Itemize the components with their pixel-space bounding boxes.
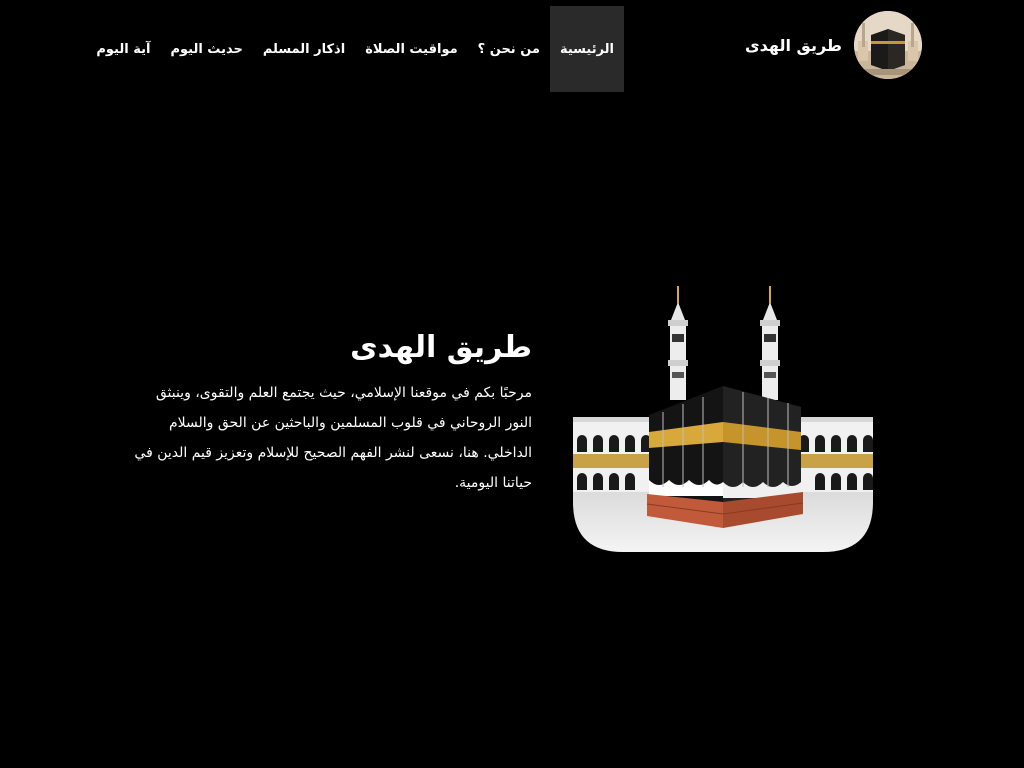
nav-item-home[interactable]: الرئيسية xyxy=(549,6,624,92)
nav-item-hadith[interactable]: حديث اليوم xyxy=(160,6,252,92)
nav-item-prayer-times[interactable]: مواقيت الصلاة xyxy=(355,6,467,92)
kaaba-logo-icon[interactable] xyxy=(854,11,922,79)
navbar: طريق الهدى الرئيسية من نحن ؟ مواقيت الصل… xyxy=(0,6,1024,92)
kaaba-illustration xyxy=(573,282,873,552)
page: طريق الهدى الرئيسية من نحن ؟ مواقيت الصل… xyxy=(0,0,1024,768)
hero-section: طريق الهدى مرحبًا بكم في موقعنا الإسلامي… xyxy=(132,328,532,498)
nav-item-ayah[interactable]: آية اليوم xyxy=(86,6,160,92)
hero-paragraph: مرحبًا بكم في موقعنا الإسلامي، حيث يجتمع… xyxy=(134,385,532,491)
main-nav: الرئيسية من نحن ؟ مواقيت الصلاة اذكار ال… xyxy=(86,6,624,92)
brand-name[interactable]: طريق الهدى xyxy=(745,36,842,55)
hero-title: طريق الهدى xyxy=(350,330,532,365)
brand[interactable]: طريق الهدى xyxy=(745,11,922,79)
nav-item-about[interactable]: من نحن ؟ xyxy=(468,6,550,92)
nav-item-adhkar[interactable]: اذكار المسلم xyxy=(253,6,355,92)
